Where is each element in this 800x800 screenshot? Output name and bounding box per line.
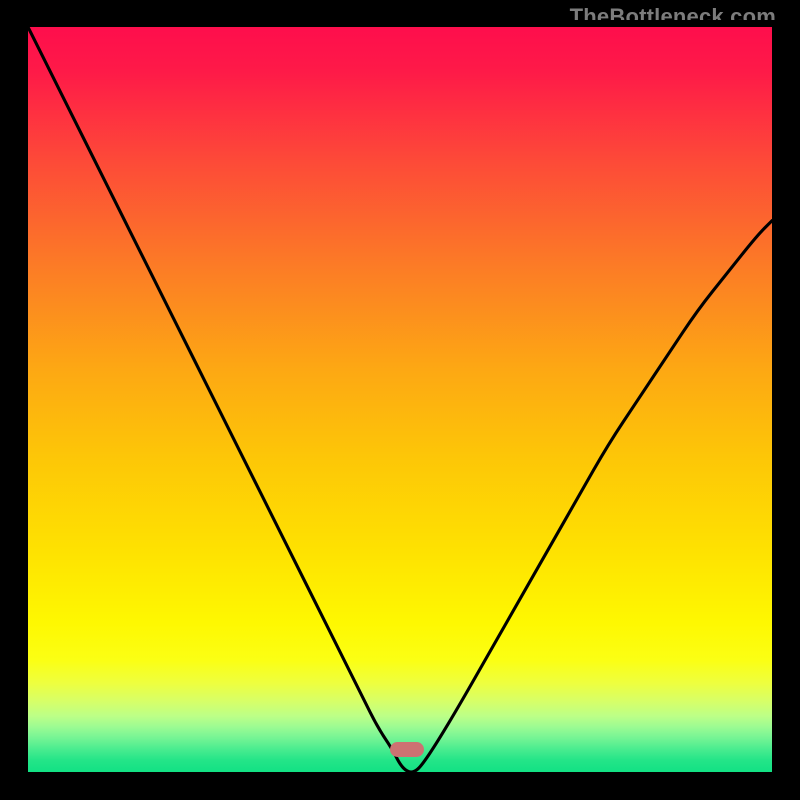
optimum-marker (390, 742, 424, 757)
bottleneck-curve (28, 27, 772, 772)
chart-plot-area (28, 27, 772, 772)
chart-stage: TheBottleneck.com (0, 0, 800, 800)
